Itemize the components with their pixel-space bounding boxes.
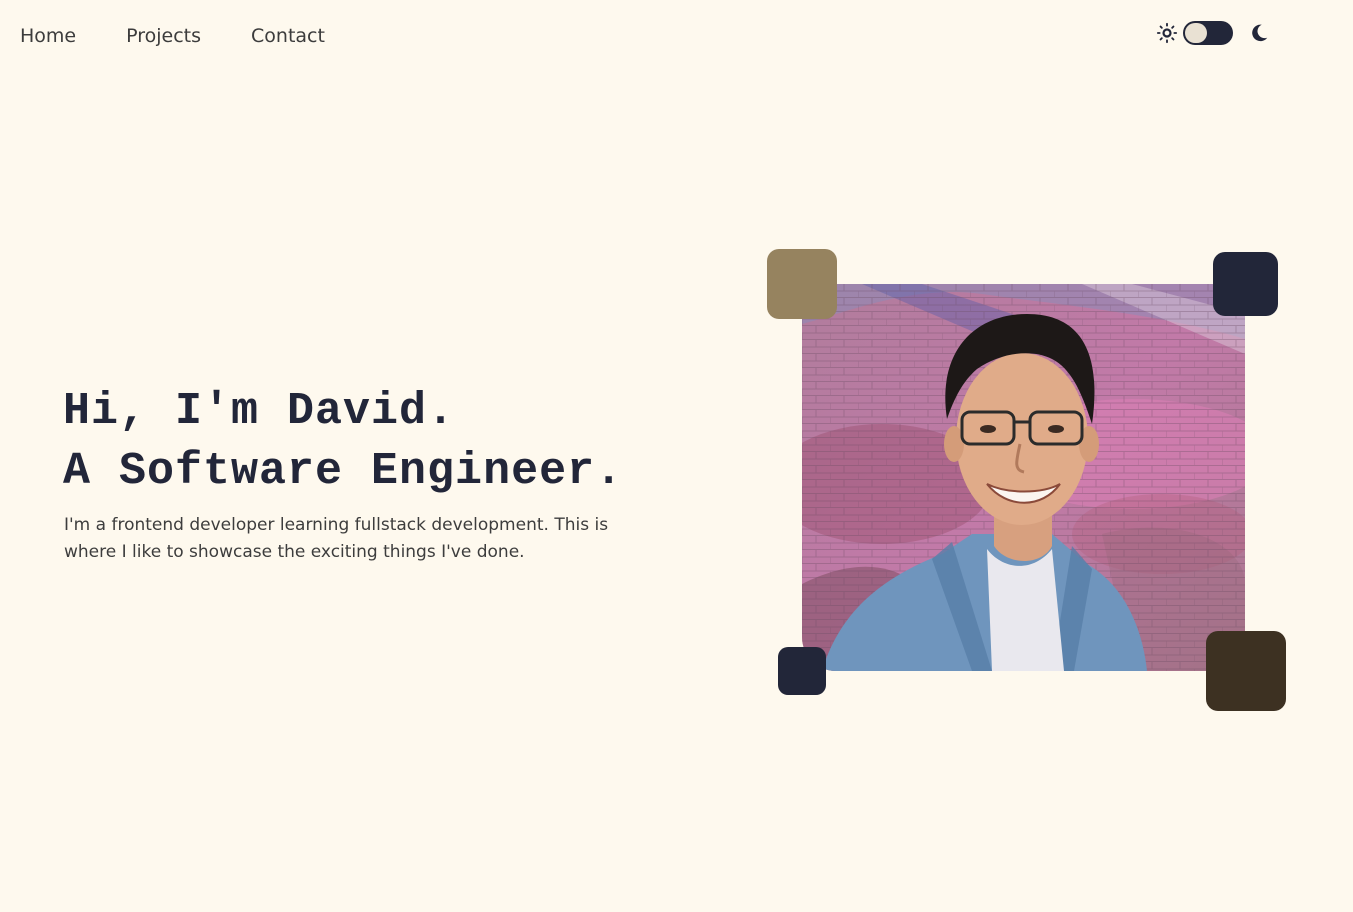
hero-heading-line1: Hi, I'm David. <box>63 386 456 437</box>
sun-icon <box>1156 22 1178 44</box>
theme-toggle <box>1156 20 1270 46</box>
decorative-square-top-right <box>1213 252 1278 316</box>
hero-heading: Hi, I'm David. A Software Engineer. <box>63 382 703 502</box>
theme-switch-knob <box>1185 23 1207 43</box>
decorative-square-bottom-left <box>778 647 826 695</box>
hero-heading-line2: A Software Engineer. <box>63 446 624 497</box>
hero-section: Hi, I'm David. A Software Engineer. I'm … <box>63 382 703 566</box>
profile-photo-illustration <box>802 284 1245 671</box>
theme-switch[interactable] <box>1183 21 1233 45</box>
profile-photo-frame <box>767 249 1287 712</box>
page: Home Projects Contact Hi, I'm David. A S… <box>0 0 1353 912</box>
profile-photo <box>802 284 1245 671</box>
nav-projects-link[interactable]: Projects <box>126 24 201 48</box>
nav-contact-link[interactable]: Contact <box>251 24 325 48</box>
decorative-square-top-left <box>767 249 837 319</box>
hero-description: I'm a frontend developer learning fullst… <box>64 515 609 562</box>
nav-home-link[interactable]: Home <box>20 24 76 48</box>
moon-icon <box>1252 24 1268 42</box>
decorative-square-bottom-right <box>1206 631 1286 711</box>
main-nav: Home Projects Contact <box>20 24 325 48</box>
